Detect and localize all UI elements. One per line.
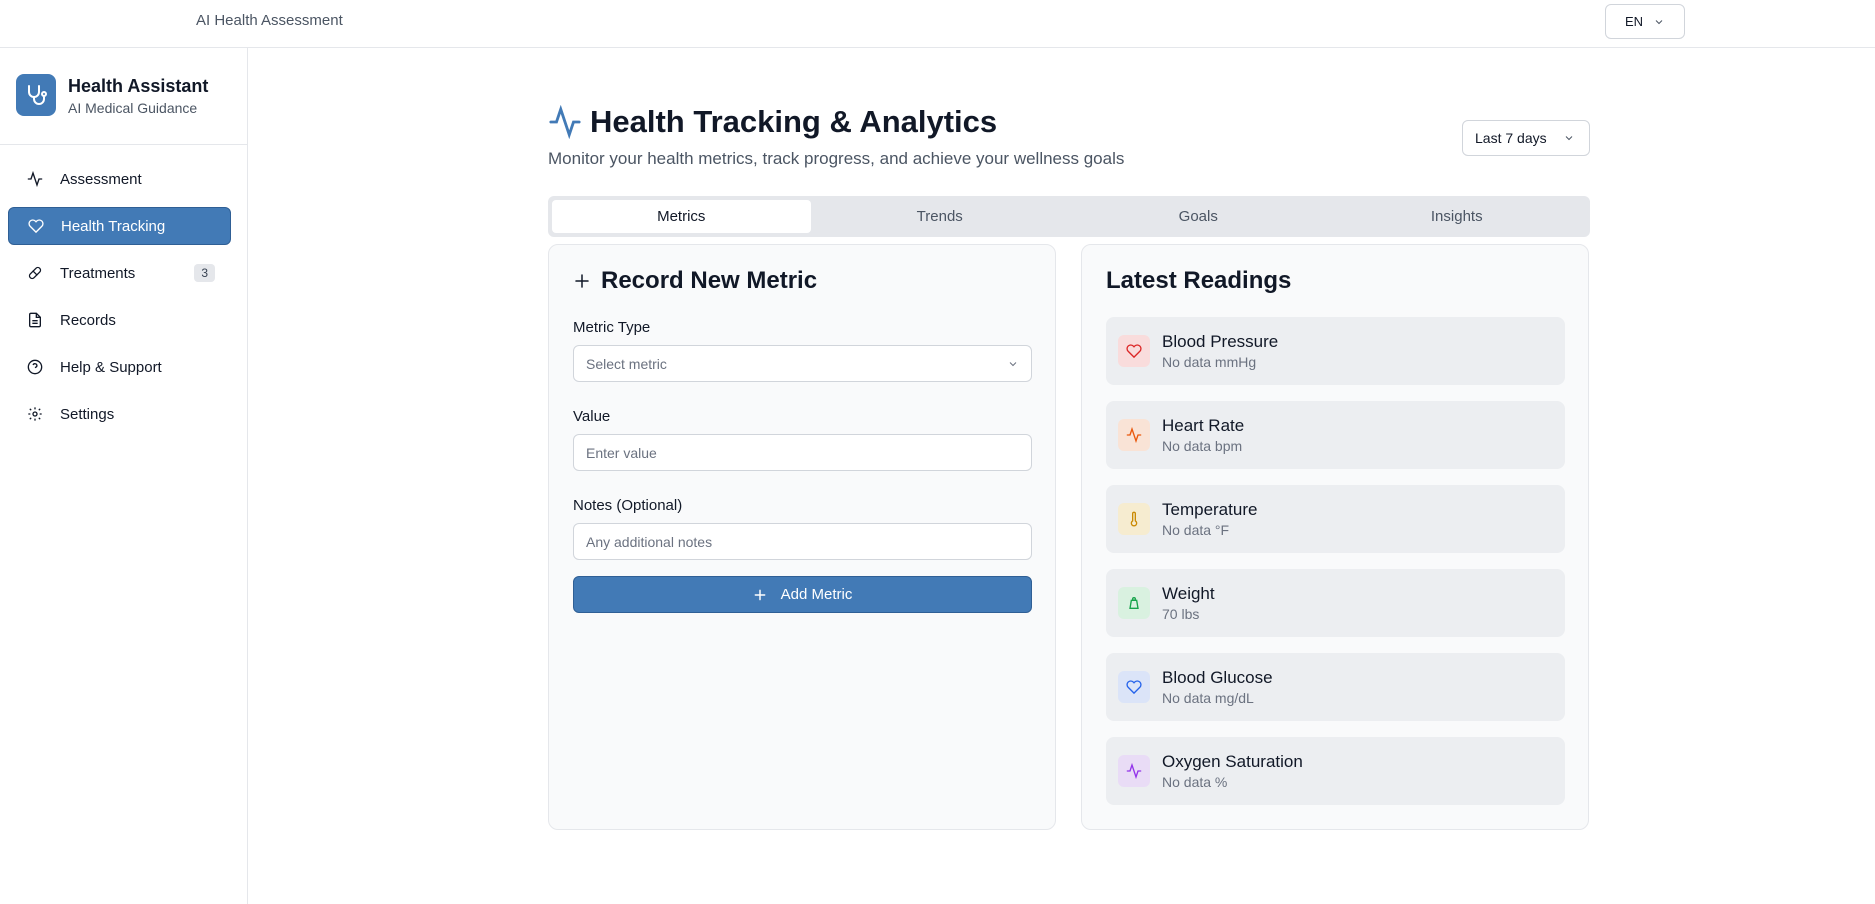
tab-trends[interactable]: Trends: [811, 200, 1070, 233]
reading-name: Temperature: [1162, 500, 1258, 519]
activity-icon: [26, 170, 44, 188]
notes-input[interactable]: [586, 533, 1019, 550]
sidebar-nav: Assessment Health Tracking Treatments 3 …: [8, 160, 231, 442]
sidebar-divider: [0, 144, 247, 145]
reading-oxygen-saturation: Oxygen Saturation No data %: [1106, 737, 1565, 805]
language-value: EN: [1624, 14, 1644, 29]
heart-icon: [1118, 335, 1150, 367]
plus-icon: [575, 274, 589, 288]
tab-insights[interactable]: Insights: [1328, 200, 1587, 233]
notes-field-wrapper: [573, 523, 1032, 560]
brand-subtitle: AI Medical Guidance: [68, 99, 198, 116]
page-subtitle: Monitor your health metrics, track progr…: [548, 149, 1125, 168]
metric-type-label: Metric Type: [573, 319, 651, 336]
chevron-down-icon: [1655, 19, 1663, 24]
app-title: AI Health Assessment: [196, 12, 343, 29]
sidebar-item-label: Treatments: [60, 264, 136, 282]
top-bar: AI Health Assessment EN: [0, 0, 1875, 48]
sidebar-item-assessment[interactable]: Assessment: [8, 160, 231, 198]
record-metric-card: Record New Metric Metric Type Select met…: [548, 244, 1056, 830]
reading-blood-glucose: Blood Glucose No data mg/dL: [1106, 653, 1565, 721]
reading-value: No data °F: [1162, 522, 1230, 538]
reading-name: Oxygen Saturation: [1162, 752, 1303, 771]
page-title-text: Health Tracking & Analytics: [590, 104, 998, 139]
reading-value: No data bpm: [1162, 438, 1243, 454]
reading-weight: Weight 70 lbs: [1106, 569, 1565, 637]
date-range-select[interactable]: Last 7 days: [1462, 120, 1590, 156]
activity-icon: [1118, 755, 1150, 787]
record-metric-title: Record New Metric: [573, 267, 817, 295]
reading-name: Heart Rate: [1162, 416, 1245, 435]
brand-name: Health Assistant: [68, 75, 209, 96]
language-select[interactable]: EN: [1605, 4, 1685, 39]
notes-label: Notes (Optional): [573, 497, 683, 514]
sidebar-item-help-support[interactable]: Help & Support: [8, 348, 231, 386]
sidebar-item-settings[interactable]: Settings: [8, 395, 231, 433]
value-input[interactable]: [586, 444, 1019, 461]
help-circle-icon: [26, 358, 44, 376]
metric-type-placeholder: Select metric: [586, 355, 667, 372]
reading-name: Blood Pressure: [1162, 332, 1279, 351]
activity-icon: [1118, 419, 1150, 451]
reading-temperature: Temperature No data °F: [1106, 485, 1565, 553]
sidebar: Health Assistant AI Medical Guidance Ass…: [0, 48, 248, 904]
tab-goals[interactable]: Goals: [1069, 200, 1328, 233]
tab-bar: Metrics Trends Goals Insights: [548, 196, 1590, 237]
thermometer-icon: [1118, 503, 1150, 535]
readings-list: Blood Pressure No data mmHg Heart Rate No …: [1106, 317, 1565, 821]
sidebar-item-label: Settings: [60, 405, 115, 423]
gear-icon: [26, 405, 44, 423]
date-range-value: Last 7 days: [1475, 130, 1547, 146]
main-content: Health Tracking & Analytics Monitor your…: [548, 100, 1590, 830]
record-metric-title-text: Record New Metric: [601, 267, 818, 294]
reading-value: No data mmHg: [1162, 354, 1257, 370]
sidebar-item-label: Help & Support: [60, 358, 162, 376]
sidebar-item-records[interactable]: Records: [8, 301, 231, 339]
chevron-down-icon: [1565, 136, 1573, 141]
reading-name: Blood Glucose: [1162, 668, 1273, 687]
reading-blood-pressure: Blood Pressure No data mmHg: [1106, 317, 1565, 385]
value-label: Value: [573, 408, 611, 425]
brand: Health Assistant AI Medical Guidance: [16, 74, 208, 116]
sidebar-item-treatments[interactable]: Treatments 3: [8, 254, 231, 292]
sidebar-item-label: Health Tracking: [61, 217, 166, 235]
reading-heart-rate: Heart Rate No data bpm: [1106, 401, 1565, 469]
sidebar-item-label: Assessment: [60, 170, 142, 188]
heart-icon: [1118, 671, 1150, 703]
add-metric-label: Add Metric: [780, 586, 853, 603]
treatments-count-badge: 3: [194, 264, 215, 282]
tab-metrics[interactable]: Metrics: [552, 200, 811, 233]
document-icon: [26, 311, 44, 329]
activity-icon: [549, 105, 581, 139]
add-metric-button[interactable]: Add Metric: [573, 576, 1032, 613]
metric-type-select[interactable]: Select metric: [573, 345, 1032, 382]
plus-icon: [754, 589, 766, 600]
value-field-wrapper: [573, 434, 1032, 471]
stethoscope-icon: [16, 74, 56, 116]
reading-value: 70 lbs: [1162, 606, 1200, 622]
heart-icon: [27, 217, 45, 235]
reading-name: Weight: [1162, 584, 1215, 603]
sidebar-item-health-tracking[interactable]: Health Tracking: [8, 207, 231, 245]
latest-readings-card: Latest Readings Blood Pressure No data mm…: [1081, 244, 1589, 830]
scale-icon: [1118, 587, 1150, 619]
page-title: Health Tracking & Analytics: [548, 100, 1590, 144]
pill-icon: [26, 264, 44, 282]
reading-value: No data %: [1162, 774, 1228, 790]
reading-value: No data mg/dL: [1162, 690, 1254, 706]
latest-readings-title: Latest Readings: [1106, 267, 1292, 294]
record-metric-form: Metric Type Select metric Value Notes (O…: [573, 319, 1032, 613]
sidebar-item-label: Records: [60, 311, 116, 329]
chevron-down-icon: [1009, 361, 1017, 366]
